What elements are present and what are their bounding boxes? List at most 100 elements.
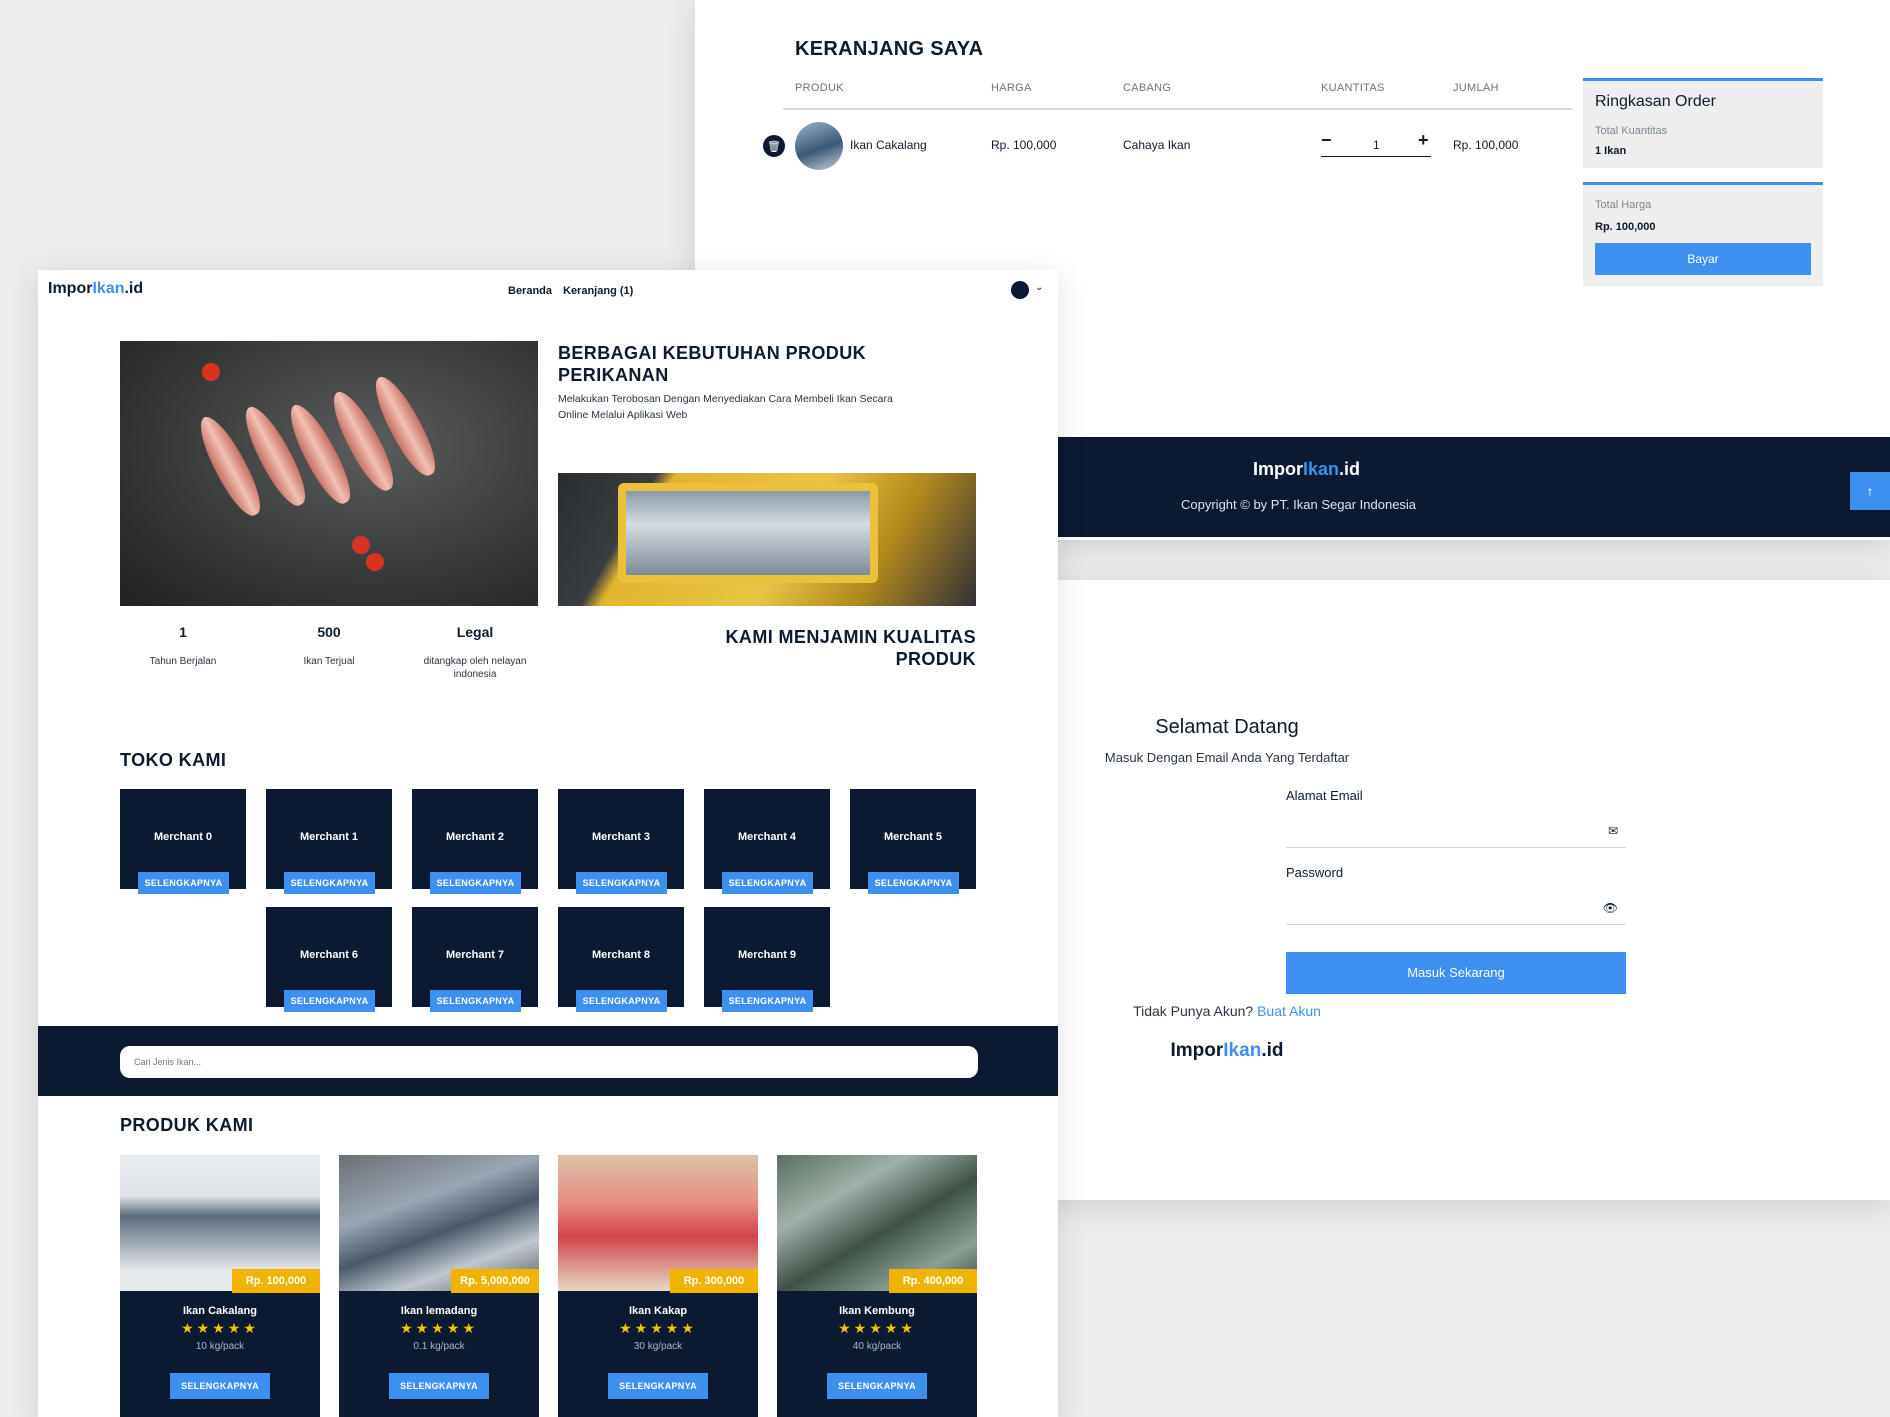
pay-button[interactable]: Bayar (1595, 243, 1811, 275)
password-input[interactable] (1286, 891, 1586, 923)
arrow-up-icon[interactable]: ↑ (1850, 472, 1890, 510)
product-detail-button[interactable]: SELENGKAPNYA (608, 1373, 708, 1399)
merchant-name: Merchant 9 (737, 949, 797, 961)
product-body: Ikan Kakap ★★★★★ 30 kg/pack SELENGKAPNYA (558, 1291, 758, 1417)
merchant-detail-button[interactable]: SELENGKAPNYA (868, 872, 959, 894)
email-label: Alamat Email (1286, 788, 1363, 803)
email-input[interactable] (1286, 814, 1586, 846)
user-icon[interactable] (1011, 281, 1029, 299)
product-card[interactable]: Ikan Kembung ★★★★★ 40 kg/pack SELENGKAPNYA R… (777, 1155, 977, 1417)
cart-item-branch: Cahaya Ikan (1123, 138, 1191, 152)
merchant-card[interactable]: Merchant 3 SELENGKAPNYA (558, 789, 684, 894)
merchant-detail-button[interactable]: SELENGKAPNYA (576, 990, 667, 1012)
password-field[interactable]: 👁 (1286, 891, 1626, 925)
hero-image-fish (120, 341, 538, 606)
column-product: PRODUK (795, 82, 844, 94)
merchant-detail-button[interactable]: SELENGKAPNYA (430, 990, 521, 1012)
price-badge: Rp. 100,000 (232, 1269, 320, 1293)
product-card[interactable]: Ikan Cakalang ★★★★★ 10 kg/pack SELENGKAPNYA… (120, 1155, 320, 1417)
email-field[interactable]: ✉ (1286, 814, 1626, 848)
merchant-name: Merchant 1 (299, 831, 359, 843)
cart-item-total: Rp. 100,000 (1453, 138, 1519, 152)
cart-item-price: Rp. 100,000 (991, 138, 1057, 152)
merchant-detail-button[interactable]: SELENGKAPNYA (284, 990, 375, 1012)
star-rating-icon: ★★★★★ (181, 1320, 259, 1336)
total-price-label: Total Harga (1595, 199, 1652, 211)
minus-icon[interactable]: − (1321, 130, 1332, 151)
column-total: JUMLAH (1453, 82, 1499, 94)
merchant-name: Merchant 3 (591, 831, 651, 843)
merchant-name: Merchant 8 (591, 949, 651, 961)
search-input[interactable] (120, 1046, 978, 1078)
product-name: Ikan Cakalang (183, 1305, 257, 1317)
order-summary-price: Total Harga Rp. 100,000 Bayar (1583, 182, 1823, 286)
product-card[interactable]: Ikan Kakap ★★★★★ 30 kg/pack SELENGKAPNYA Rp.… (558, 1155, 758, 1417)
product-body: Ikan Kembung ★★★★★ 40 kg/pack SELENGKAPNYA (777, 1291, 977, 1417)
merchant-card[interactable]: Merchant 6 SELENGKAPNYA (266, 907, 392, 1012)
table-header-divider (783, 108, 1573, 110)
merchant-card[interactable]: Merchant 9 SELENGKAPNYA (704, 907, 830, 1012)
total-quantity-label: Total Kuantitas (1595, 125, 1668, 137)
plus-icon[interactable]: + (1418, 130, 1429, 151)
hero-title: BERBAGAI KEBUTUHAN PRODUK PERIKANAN (558, 343, 867, 385)
merchant-card[interactable]: Merchant 4 SELENGKAPNYA (704, 789, 830, 894)
merchant-detail-button[interactable]: SELENGKAPNYA (576, 872, 667, 894)
merchant-card[interactable]: Merchant 5 SELENGKAPNYA (850, 789, 976, 894)
merchant-detail-button[interactable]: SELENGKAPNYA (722, 990, 813, 1012)
merchant-name: Merchant 5 (883, 831, 943, 843)
quantity-value[interactable]: 1 (1373, 138, 1380, 152)
stat-sold-value: 500 (317, 624, 341, 640)
product-detail-button[interactable]: SELENGKAPNYA (389, 1373, 489, 1399)
star-rating-icon: ★★★★★ (619, 1320, 697, 1336)
no-account-text: Tidak Punya Akun? (1133, 1003, 1254, 1019)
stat-legal-value: Legal (456, 624, 494, 640)
products-title: PRODUK KAMI (120, 1115, 254, 1135)
merchant-detail-button[interactable]: SELENGKAPNYA (138, 872, 229, 894)
merchant-name: Merchant 2 (445, 831, 505, 843)
product-detail-button[interactable]: SELENGKAPNYA (170, 1373, 270, 1399)
login-button[interactable]: Masuk Sekarang (1286, 952, 1626, 994)
order-summary-quantity: Ringkasan Order Total Kuantitas 1 Ikan (1583, 78, 1823, 168)
chevron-down-icon[interactable]: ⌄ (1035, 282, 1043, 293)
nav-home-link[interactable]: Beranda (508, 285, 552, 297)
home-panel: ImporIkan.id Beranda Keranjang (1) ⌄ BER… (38, 270, 1058, 1417)
stat-legal-label: ditangkap oleh nelayan indonesia (423, 656, 527, 680)
footer-logo: ImporIkan.id (1253, 459, 1361, 479)
merchant-card[interactable]: Merchant 7 SELENGKAPNYA (412, 907, 538, 1012)
merchant-name: Merchant 6 (299, 949, 359, 961)
quantity-underline (1321, 156, 1431, 157)
product-unit: 30 kg/pack (633, 1341, 683, 1352)
nav-cart-link[interactable]: Keranjang (1) (563, 285, 633, 297)
merchant-card[interactable]: Merchant 8 SELENGKAPNYA (558, 907, 684, 1012)
stat-sold-label: Ikan Terjual (303, 656, 355, 667)
merchant-detail-button[interactable]: SELENGKAPNYA (722, 872, 813, 894)
merchant-card[interactable]: Merchant 2 SELENGKAPNYA (412, 789, 538, 894)
product-body: Ikan Cakalang ★★★★★ 10 kg/pack SELENGKAPNYA (120, 1291, 320, 1417)
merchant-detail-button[interactable]: SELENGKAPNYA (284, 872, 375, 894)
product-name: Ikan lemadang (400, 1305, 478, 1317)
column-quantity: KUANTITAS (1321, 82, 1385, 94)
nav-logo[interactable]: ImporIkan.id (48, 280, 143, 298)
stat-years-value: 1 (179, 624, 187, 640)
footer-copyright: Copyright © by PT. Ikan Segar Indonesia (1181, 497, 1417, 512)
price-badge: Rp. 5,000,000 (451, 1269, 539, 1293)
product-detail-button[interactable]: SELENGKAPNYA (827, 1373, 927, 1399)
column-price: HARGA (991, 82, 1032, 94)
product-unit: 40 kg/pack (852, 1341, 902, 1352)
product-thumbnail (795, 122, 843, 170)
hero-image-crate (558, 473, 976, 606)
merchant-card[interactable]: Merchant 1 SELENGKAPNYA (266, 789, 392, 894)
eye-icon[interactable]: 👁 (1603, 901, 1618, 915)
hero-subtitle: Melakukan Terobosan Dengan Menyediakan C… (558, 393, 893, 421)
product-name: Ikan Kembung (839, 1305, 915, 1317)
trash-icon[interactable]: 🗑 (763, 135, 785, 157)
product-name: Ikan Kakap (628, 1305, 688, 1317)
total-quantity-value: 1 Ikan (1595, 145, 1627, 157)
star-rating-icon: ★★★★★ (400, 1320, 478, 1336)
stat-years-label: Tahun Berjalan (149, 656, 217, 667)
merchant-card[interactable]: Merchant 0 SELENGKAPNYA (120, 789, 246, 894)
signup-link[interactable]: Buat Akun (1257, 1003, 1321, 1019)
product-card[interactable]: Ikan lemadang ★★★★★ 0.1 kg/pack SELENGKAPNY… (339, 1155, 539, 1417)
merchant-detail-button[interactable]: SELENGKAPNYA (430, 872, 521, 894)
merchant-name: Merchant 7 (445, 949, 505, 961)
